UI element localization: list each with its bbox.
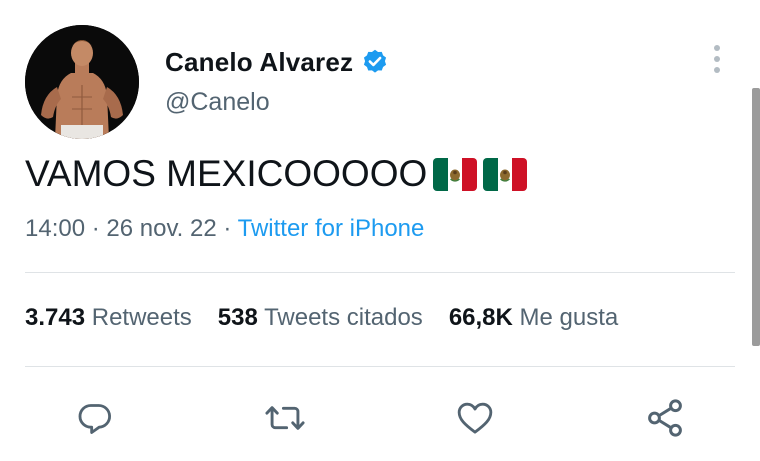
avatar[interactable] bbox=[25, 25, 139, 139]
tweet-meta: 14:00 · 26 nov. 22 · Twitter for iPhone bbox=[25, 215, 424, 243]
tweet-source-link[interactable]: Twitter for iPhone bbox=[238, 215, 425, 242]
stat-label: Me gusta bbox=[519, 304, 619, 331]
stat-label: Tweets citados bbox=[264, 304, 423, 331]
author-handle[interactable]: @Canelo bbox=[165, 88, 270, 117]
stat-value: 3.743 bbox=[25, 304, 86, 331]
avatar-image bbox=[25, 25, 139, 139]
stat-label: Retweets bbox=[91, 304, 192, 331]
tweet-time[interactable]: 14:00 bbox=[25, 215, 85, 242]
divider bbox=[25, 366, 735, 367]
tweet-stats: 3.743 Retweets 538 Tweets citados 66,8K … bbox=[25, 304, 644, 332]
reply-icon[interactable] bbox=[73, 396, 117, 440]
author-name[interactable]: Canelo Alvarez bbox=[165, 47, 353, 78]
stat-quote-tweets[interactable]: 538 Tweets citados bbox=[218, 304, 423, 332]
tweet-date[interactable]: 26 nov. 22 bbox=[106, 215, 216, 242]
stat-likes[interactable]: 66,8K Me gusta bbox=[449, 304, 618, 332]
tweet-detail: Canelo Alvarez @Canelo VAMOS MEXICOOOOO bbox=[0, 0, 760, 461]
author-name-row[interactable]: Canelo Alvarez bbox=[165, 45, 389, 79]
mexico-flag-icon bbox=[483, 157, 528, 191]
meta-separator: · bbox=[85, 215, 107, 242]
retweet-icon[interactable] bbox=[263, 396, 307, 440]
share-icon[interactable] bbox=[643, 396, 687, 440]
divider bbox=[25, 272, 735, 273]
tweet-actions bbox=[0, 396, 760, 442]
stat-value: 66,8K bbox=[448, 304, 513, 331]
stat-value: 538 bbox=[217, 304, 258, 331]
tweet-text-body: VAMOS MEXICOOOOO bbox=[25, 153, 428, 194]
meta-separator: · bbox=[216, 215, 238, 242]
scrollbar-thumb[interactable] bbox=[752, 88, 760, 346]
more-options-icon[interactable] bbox=[709, 42, 725, 76]
like-icon[interactable] bbox=[453, 396, 497, 440]
mexico-flag-icon bbox=[433, 157, 478, 191]
stat-retweets[interactable]: 3.743 Retweets bbox=[25, 304, 192, 332]
verified-badge-icon bbox=[361, 48, 389, 76]
tweet-text: VAMOS MEXICOOOOO bbox=[25, 153, 528, 195]
